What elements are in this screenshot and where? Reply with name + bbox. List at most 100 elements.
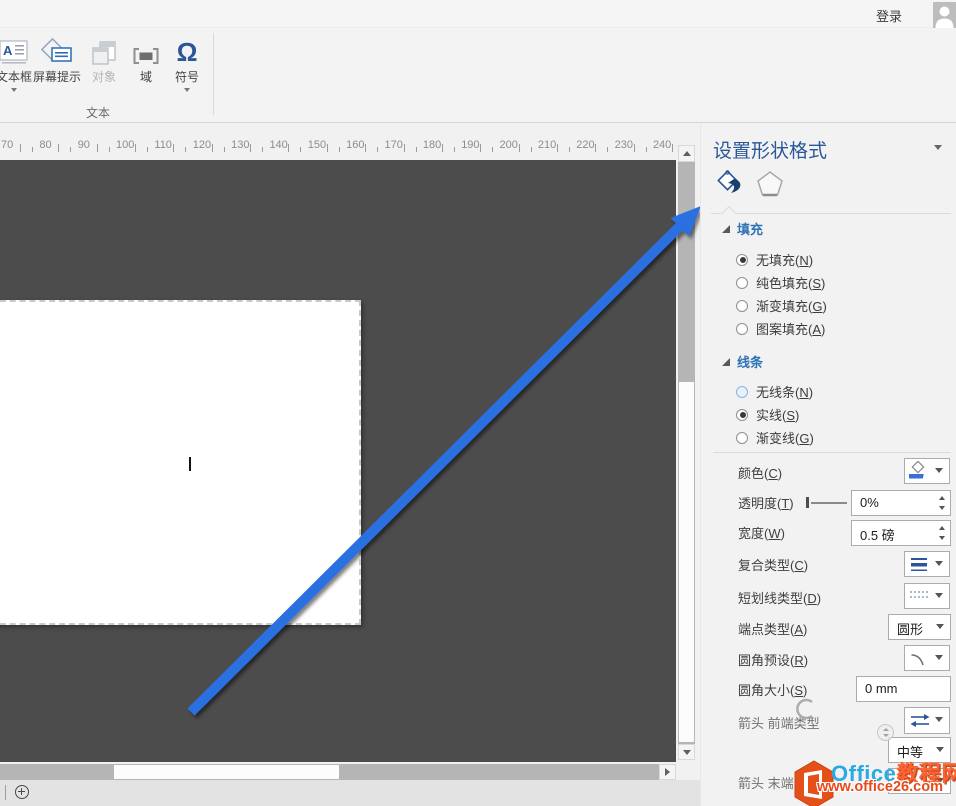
chevron-down-icon [935, 468, 943, 473]
user-avatar-icon[interactable] [933, 2, 956, 28]
join-size-value: 0 mm [865, 681, 898, 696]
compound-type-dropdown[interactable] [904, 551, 950, 577]
chevron-down-icon [935, 717, 943, 722]
radio-gradient-line[interactable]: 渐变线(G) [736, 428, 814, 447]
vscroll-down-button[interactable] [678, 744, 695, 760]
radio-icon[interactable] [736, 276, 748, 289]
join-preset-dropdown[interactable] [904, 645, 950, 671]
width-input[interactable]: 0.5 磅 [851, 520, 951, 546]
tab-separator [711, 213, 951, 214]
join-size-input[interactable]: 0 mm [856, 676, 951, 702]
title-bar: 登录 [0, 0, 956, 28]
dash-type-dropdown[interactable] [904, 583, 950, 609]
radio-icon[interactable] [736, 408, 748, 421]
radio-no-fill[interactable]: 无填充(N) [736, 250, 813, 269]
spinner[interactable] [934, 491, 950, 515]
editor-area: 70 80 90 100 110 120 130 140 150 160 170 180 190 200 2… [0, 123, 700, 806]
radio-no-line[interactable]: 无线条(N) [736, 382, 813, 401]
chevron-down-icon [936, 624, 944, 629]
join-preset-label: 圆角预设(R) [738, 653, 809, 668]
radio-label[interactable]: 实线(S) [756, 405, 799, 424]
tab-layout-properties[interactable] [754, 167, 786, 201]
spin-down-icon[interactable] [939, 535, 945, 540]
line-section-label: 线条 [737, 355, 764, 370]
arrow-down-icon [682, 749, 691, 755]
arrow-end-type-label: 箭头 末端类型 [738, 776, 820, 791]
object-icon [89, 36, 119, 66]
fill-section-label: 填充 [737, 222, 764, 237]
radio-label[interactable]: 图案填充(A) [756, 319, 825, 338]
pane-options-chevron-icon[interactable] [934, 145, 942, 150]
transparency-slider-thumb[interactable] [806, 497, 809, 508]
arrow-end-type-combobox[interactable] [888, 768, 951, 794]
vscroll-up-button[interactable] [678, 145, 695, 162]
arrow-begin-size-combobox[interactable]: 中等 [888, 737, 951, 763]
arrow-begin-size-value: 中等 [897, 745, 924, 760]
radio-label[interactable]: 无线条(N) [756, 382, 813, 401]
radio-label[interactable]: 纯色填充(S) [756, 273, 825, 292]
textbox-icon: A [0, 36, 29, 66]
cap-type-value: 圆形 [897, 622, 924, 637]
vertical-scrollbar-thumb[interactable] [679, 382, 694, 742]
object-label: 对象 [91, 70, 116, 84]
selected-tab-notch [721, 205, 737, 221]
radio-label[interactable]: 渐变填充(G) [756, 296, 827, 315]
transparency-input[interactable]: 0% [851, 490, 951, 516]
chevron-down-icon [935, 561, 943, 566]
screentip-icon [40, 36, 74, 66]
section-header-line[interactable]: 线条 [722, 352, 763, 371]
spin-up-icon[interactable] [939, 526, 945, 531]
cap-type-combobox[interactable]: 圆形 [888, 614, 951, 640]
line-color-dropdown[interactable] [904, 458, 950, 484]
radio-icon[interactable] [736, 253, 748, 266]
transparency-slider-track[interactable] [811, 502, 847, 504]
transparency-value: 0% [860, 495, 879, 510]
field-icon [131, 36, 161, 66]
field-button[interactable]: 域 [126, 36, 166, 84]
field-label: 域 [139, 70, 152, 84]
format-shape-pane: 设置形状格式 填充 无填充(N) 纯色填充(S) 渐变填充(G) 图案填充(A)… [700, 123, 956, 806]
hscroll-right-button[interactable] [659, 764, 676, 780]
chevron-down-icon [184, 88, 190, 92]
color-label: 颜色(C) [738, 466, 783, 481]
spin-down-icon[interactable] [939, 505, 945, 510]
radio-icon[interactable] [736, 299, 748, 312]
radio-label[interactable]: 渐变线(G) [756, 428, 814, 447]
horizontal-ruler: 70 80 90 100 110 120 130 140 150 160 170 180 190 200 2… [0, 135, 676, 160]
tab-fill-line[interactable] [715, 167, 747, 201]
document-page[interactable] [0, 300, 361, 625]
double-arrow-icon [910, 714, 930, 727]
dash-lines-icon [910, 591, 928, 598]
sign-in-button[interactable]: 登录 [876, 6, 902, 25]
radio-pattern-fill[interactable]: 图案填充(A) [736, 319, 825, 338]
spin-up-icon[interactable] [939, 496, 945, 501]
screentip-button[interactable]: 屏幕提示 [26, 36, 88, 84]
ribbon-group-divider [213, 33, 214, 115]
radio-icon[interactable] [736, 322, 748, 335]
screentip-label: 屏幕提示 [32, 70, 81, 84]
ribbon-group-label: 文本 [85, 106, 110, 120]
chevron-down-icon [936, 778, 944, 783]
document-canvas[interactable] [0, 160, 676, 762]
radio-label[interactable]: 无填充(N) [756, 250, 813, 269]
radio-solid-fill[interactable]: 纯色填充(S) [736, 273, 825, 292]
chevron-down-icon [11, 88, 17, 92]
radio-solid-line[interactable]: 实线(S) [736, 405, 799, 424]
arrow-begin-type-dropdown[interactable] [904, 707, 950, 734]
collapse-triangle-icon [722, 357, 730, 366]
radio-icon[interactable] [736, 385, 748, 398]
compound-type-label: 复合类型(C) [738, 558, 809, 573]
horizontal-scrollbar-thumb[interactable] [114, 765, 339, 779]
paint-bucket-icon [717, 170, 741, 193]
symbol-button[interactable]: Ω 符号 [166, 36, 208, 92]
radio-gradient-fill[interactable]: 渐变填充(G) [736, 296, 827, 315]
zoom-in-icon[interactable] [15, 785, 29, 799]
arrow-begin-type-label: 箭头 前端类型 [738, 716, 820, 731]
ribbon: A 文本框 屏幕提示 对象 域 Ω 符号 文本 [0, 28, 956, 123]
section-header-fill[interactable]: 填充 [722, 219, 763, 238]
section-divider [713, 452, 951, 453]
radio-icon[interactable] [736, 431, 748, 444]
spinner[interactable] [934, 521, 950, 545]
object-button[interactable]: 对象 [84, 36, 124, 84]
arrow-right-icon [665, 768, 670, 776]
